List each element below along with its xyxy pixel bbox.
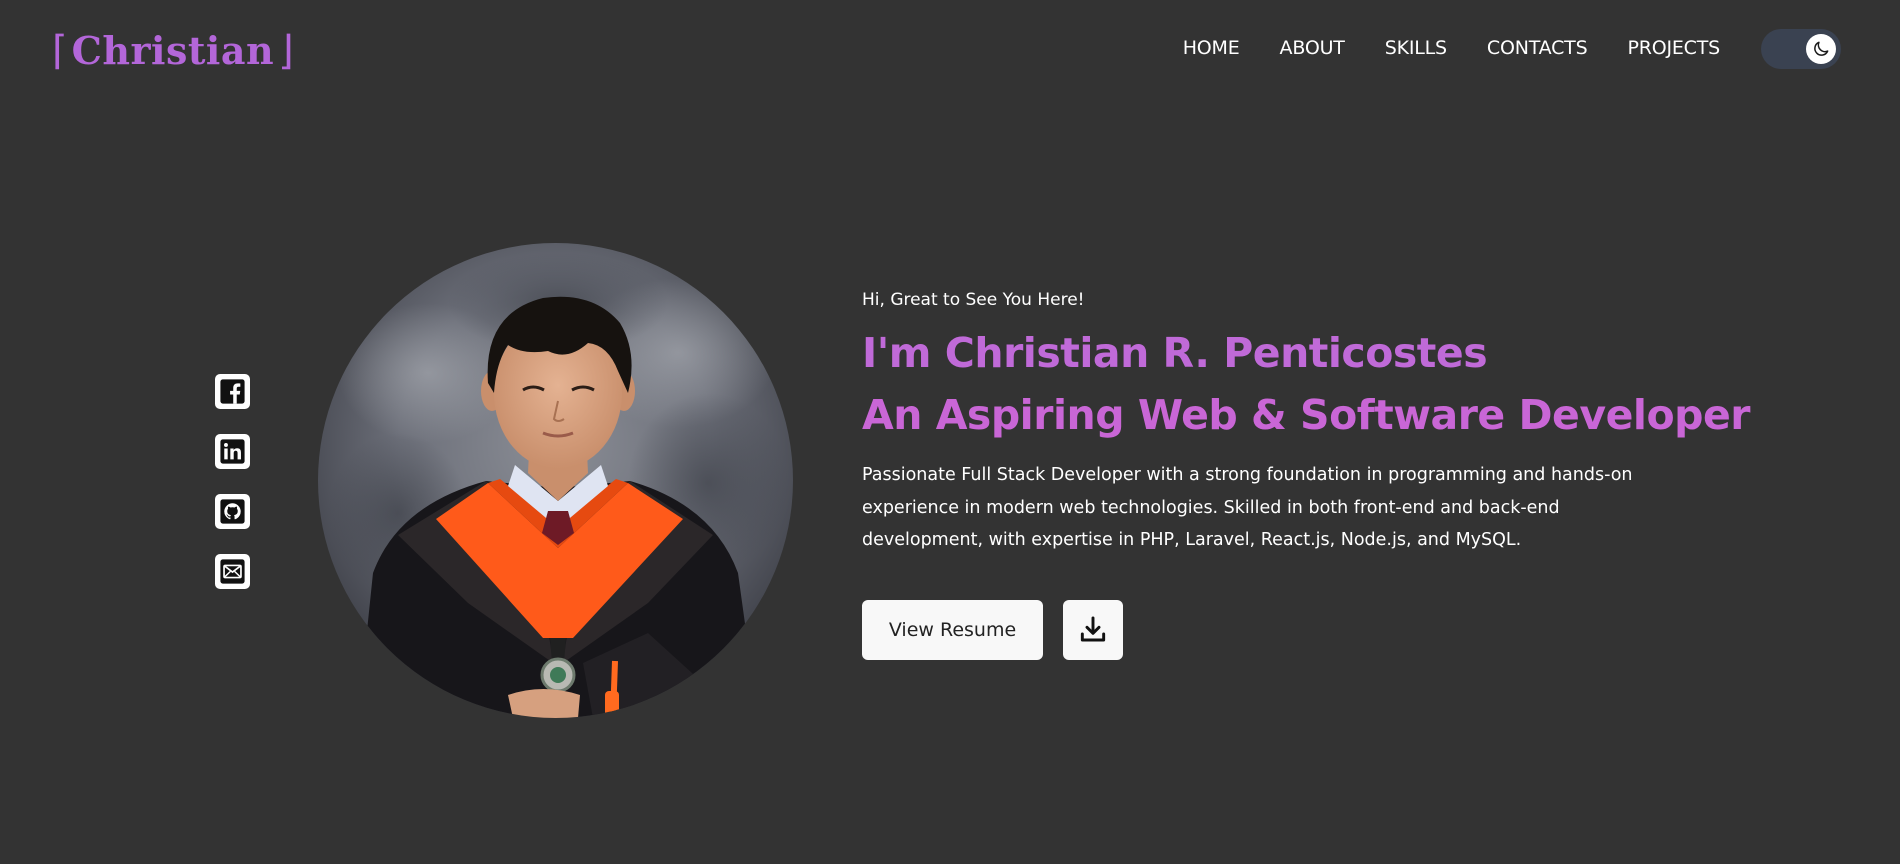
site-header: ⌈ Christian ⌋ HOME ABOUT SKILLS CONTACTS… <box>0 0 1900 100</box>
nav-projects[interactable]: PROJECTS <box>1627 37 1720 59</box>
linkedin-link[interactable] <box>215 434 250 469</box>
hero-actions: View Resume <box>862 599 1762 660</box>
nav-home[interactable]: HOME <box>1183 37 1240 59</box>
hero-headline: I'm Christian R. Penticostes An Aspiring… <box>862 322 1762 446</box>
facebook-link[interactable] <box>215 374 250 409</box>
mail-icon <box>220 559 245 584</box>
download-icon <box>1080 616 1106 641</box>
logo-bracket-right: ⌋ <box>278 27 294 74</box>
download-resume-button[interactable] <box>1063 599 1123 660</box>
logo-text: Christian <box>71 28 275 73</box>
social-links <box>215 374 250 589</box>
hero-headline-name: I'm Christian R. Penticostes <box>862 329 1488 377</box>
main-nav: HOME ABOUT SKILLS CONTACTS PROJECTS <box>1183 37 1720 59</box>
theme-knob <box>1806 34 1836 64</box>
logo-bracket-left: ⌈ <box>52 27 68 74</box>
nav-contacts[interactable]: CONTACTS <box>1487 37 1588 59</box>
facebook-icon <box>220 379 245 404</box>
hero-bio: Passionate Full Stack Developer with a s… <box>862 465 1633 550</box>
hero-greeting: Hi, Great to See You Here! <box>862 290 1085 310</box>
portrait-illustration <box>318 243 793 718</box>
linkedin-icon <box>220 439 245 464</box>
nav-skills[interactable]: SKILLS <box>1385 37 1447 59</box>
github-link[interactable] <box>215 494 250 529</box>
hero-section: Hi, Great to See You Here! I'm Christian… <box>862 290 1762 660</box>
github-icon <box>220 499 245 524</box>
theme-toggle[interactable] <box>1761 29 1841 69</box>
email-link[interactable] <box>215 554 250 589</box>
nav-about[interactable]: ABOUT <box>1280 37 1345 59</box>
site-logo[interactable]: ⌈ Christian ⌋ <box>52 28 294 73</box>
profile-photo <box>318 243 793 718</box>
hero-headline-role: An Aspiring Web & Software Developer <box>862 391 1750 439</box>
view-resume-button[interactable]: View Resume <box>862 599 1043 660</box>
moon-icon <box>1814 41 1829 56</box>
